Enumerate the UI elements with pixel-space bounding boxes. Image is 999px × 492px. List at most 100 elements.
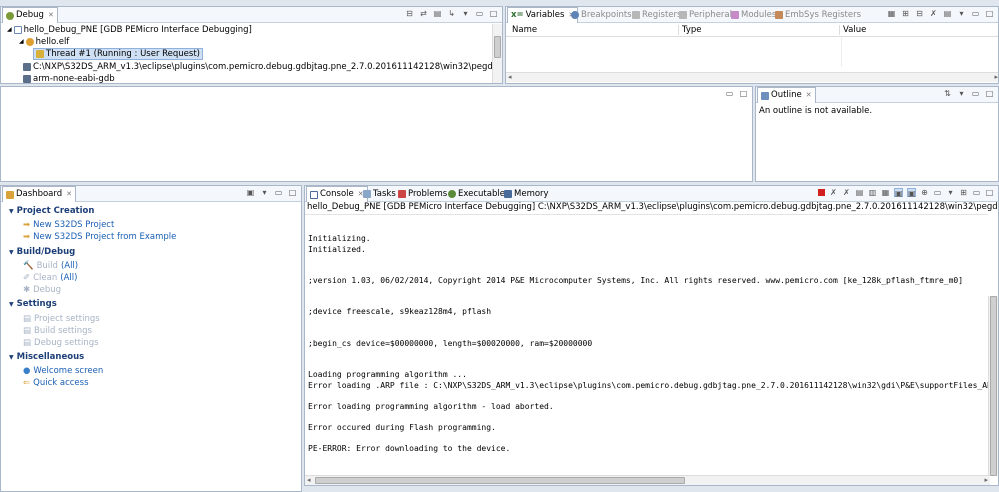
tab-embsys-registers[interactable]: EmbSys Registers xyxy=(772,7,864,23)
collapse-all-icon[interactable]: ⊟ xyxy=(915,9,924,18)
close-icon[interactable]: ✕ xyxy=(806,88,812,103)
section-miscellaneous[interactable]: ▼ Miscellaneous xyxy=(9,352,84,362)
tree-gdb[interactable]: arm-none-eabi-gdb xyxy=(23,73,115,83)
scroll-lock-icon[interactable]: ▥ xyxy=(868,188,877,197)
console-line: Loading programming algorithm ... xyxy=(308,370,467,379)
tab-debug[interactable]: Debug ✕ xyxy=(2,7,58,23)
expand-arrow-icon[interactable]: ◢ xyxy=(19,36,24,48)
display-console-icon[interactable]: ▭ xyxy=(933,188,942,197)
debug-scrollbar[interactable] xyxy=(492,24,502,83)
dashboard-settings-icon[interactable]: ▣ xyxy=(246,188,255,197)
tab-memory[interactable]: Memory xyxy=(501,186,552,202)
link-debug[interactable]: ✱ Debug xyxy=(23,285,61,295)
word-wrap-icon[interactable]: ▦ xyxy=(881,188,890,197)
tree-gdbserver[interactable]: C:\NXP\S32DS_ARM_v1.3\eclipse\plugins\co… xyxy=(23,61,502,73)
variables-hscrollbar[interactable]: ◂ ▸ xyxy=(506,72,998,82)
link-quick-access[interactable]: ⇐ Quick access xyxy=(23,378,89,388)
scroll-right-icon[interactable]: ▸ xyxy=(994,73,998,81)
maximize-icon[interactable]: □ xyxy=(288,188,297,197)
view-menu-icon[interactable]: ▾ xyxy=(260,188,269,197)
console-hscrollbar[interactable]: ◂ ▸ xyxy=(305,475,990,485)
sort-icon[interactable]: ⇅ xyxy=(943,89,952,98)
link-new-project-from-example[interactable]: ➡ New S32DS Project from Example xyxy=(23,232,176,242)
filter-icon[interactable]: ▤ xyxy=(433,9,442,18)
column-value[interactable]: Value xyxy=(839,25,866,35)
section-build-debug[interactable]: ▼ Build/Debug xyxy=(9,247,75,257)
pin-console-icon[interactable]: ⊕ xyxy=(920,188,929,197)
close-icon[interactable]: ✕ xyxy=(48,8,54,23)
show-type-icon[interactable]: ▦ xyxy=(887,9,896,18)
expand-arrow-icon[interactable]: ◢ xyxy=(7,24,12,36)
remove-launch-icon[interactable]: ✗ xyxy=(829,188,838,197)
scroll-right-icon[interactable]: ▸ xyxy=(984,476,988,484)
dropdown-icon[interactable]: ▾ xyxy=(946,188,955,197)
step-icon[interactable]: ↳ xyxy=(447,9,456,18)
minimize-icon[interactable]: ▭ xyxy=(971,9,980,18)
maximize-icon[interactable]: □ xyxy=(985,89,994,98)
variables-table-header: Name Type Value xyxy=(506,24,998,37)
maximize-icon[interactable]: □ xyxy=(739,89,748,98)
collapse-arrow-icon[interactable]: ▼ xyxy=(9,249,14,256)
collapse-arrow-icon[interactable]: ▼ xyxy=(9,208,14,215)
remove-icon[interactable]: ✗ xyxy=(929,9,938,18)
collapse-icon[interactable]: ⊟ xyxy=(405,9,414,18)
minimize-icon[interactable]: ▭ xyxy=(725,89,734,98)
minimize-icon[interactable]: ▭ xyxy=(972,188,981,197)
link-welcome-screen[interactable]: ● Welcome screen xyxy=(23,366,103,376)
dashboard-view: Dashboard ✕ ▣ ▾ ▭ □ ▼ Project Creation ➡… xyxy=(0,185,302,492)
show-on-output-icon[interactable]: ▣ xyxy=(894,188,903,198)
minimize-icon[interactable]: ▭ xyxy=(971,89,980,98)
link-build-settings[interactable]: ▤ Build settings xyxy=(23,326,92,336)
tab-tasks[interactable]: Tasks xyxy=(360,186,399,202)
problems-icon xyxy=(398,190,406,198)
link-clean[interactable]: ✐ Clean (All) xyxy=(23,273,77,283)
scroll-thumb[interactable] xyxy=(990,296,997,476)
show-on-error-icon[interactable]: ▣ xyxy=(907,188,916,198)
scroll-thumb[interactable] xyxy=(315,477,685,484)
tab-console[interactable]: Console ✕ xyxy=(306,186,368,202)
remove-all-icon[interactable]: ✗ xyxy=(842,188,851,197)
tab-problems[interactable]: Problems xyxy=(395,186,450,202)
link-icon[interactable]: ⇄ xyxy=(419,9,428,18)
view-menu-icon[interactable]: ▾ xyxy=(461,9,470,18)
tab-outline[interactable]: Outline ✕ xyxy=(757,87,816,103)
tree-thread[interactable]: Thread #1 (Running : User Request) xyxy=(33,48,203,60)
scroll-thumb[interactable] xyxy=(494,36,501,58)
tab-embsys-label: EmbSys Registers xyxy=(785,9,862,20)
minimize-icon[interactable]: ▭ xyxy=(475,9,484,18)
section-project-creation[interactable]: ▼ Project Creation xyxy=(9,206,94,216)
link-build[interactable]: 🔨 Build (All) xyxy=(23,261,78,271)
collapse-arrow-icon[interactable]: ▼ xyxy=(9,354,14,361)
open-console-icon[interactable]: ⊞ xyxy=(959,188,968,197)
column-type[interactable]: Type xyxy=(678,25,702,35)
quick-access-icon: ⇐ xyxy=(23,378,31,388)
tab-breakpoints[interactable]: Breakpoints xyxy=(568,7,635,23)
view-menu-icon[interactable]: ▾ xyxy=(957,9,966,18)
link-project-settings[interactable]: ▤ Project settings xyxy=(23,314,100,324)
section-settings[interactable]: ▼ Settings xyxy=(9,299,57,309)
link-new-s32ds-project[interactable]: ➡ New S32DS Project xyxy=(23,220,114,230)
console-line: Error loading .ARP file : C:\NXP\S32DS_A… xyxy=(308,381,988,390)
maximize-icon[interactable]: □ xyxy=(985,188,994,197)
add-icon[interactable]: ▤ xyxy=(943,9,952,18)
minimize-icon[interactable]: ▭ xyxy=(274,188,283,197)
tree-elf[interactable]: ◢ hello.elf xyxy=(19,36,69,48)
close-icon[interactable]: ✕ xyxy=(66,187,72,202)
view-menu-icon[interactable]: ▾ xyxy=(957,89,966,98)
console-vscrollbar[interactable] xyxy=(988,296,998,476)
link-debug-settings[interactable]: ▤ Debug settings xyxy=(23,338,99,348)
maximize-icon[interactable]: □ xyxy=(985,9,994,18)
clean-all-link[interactable]: (All) xyxy=(60,273,77,283)
registers-icon xyxy=(632,11,640,19)
scroll-left-icon[interactable]: ◂ xyxy=(307,476,311,484)
scroll-left-icon[interactable]: ◂ xyxy=(508,73,512,81)
collapse-arrow-icon[interactable]: ▼ xyxy=(9,301,14,308)
maximize-icon[interactable]: □ xyxy=(489,9,498,18)
clear-console-icon[interactable]: ▤ xyxy=(855,188,864,197)
terminate-icon[interactable] xyxy=(818,189,825,196)
logical-structure-icon[interactable]: ⊞ xyxy=(901,9,910,18)
build-all-link[interactable]: (All) xyxy=(61,261,78,271)
tab-dashboard[interactable]: Dashboard ✕ xyxy=(2,186,76,202)
column-name[interactable]: Name xyxy=(512,25,537,35)
tree-launch[interactable]: ◢ hello_Debug_PNE [GDB PEMicro Interface… xyxy=(7,24,252,36)
